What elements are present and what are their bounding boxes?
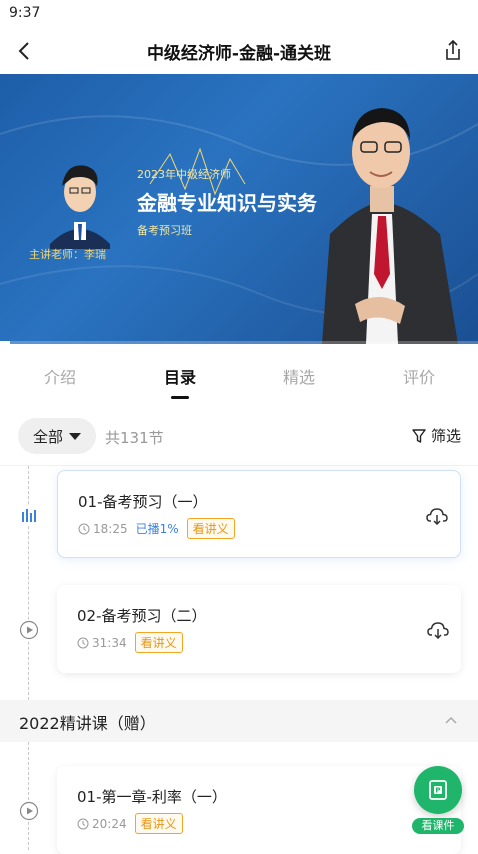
timeline-line [28,466,29,700]
view-notes-button[interactable]: 看讲义 [134,813,183,834]
view-notes-button[interactable]: 看讲义 [134,632,183,653]
lesson-meta: 20:24 看讲义 [77,813,183,834]
share-icon [446,39,460,60]
lesson-card[interactable]: 01-备考预习（一） 18:25 已播1% 看讲义 [57,470,461,558]
chevron-up-icon [445,716,457,724]
tab-catalog[interactable]: 目录 [135,364,225,388]
video-year-title: 2023年中级经济师 [137,168,231,181]
nav-bar: 中级经济师-金融-通关班 [0,28,478,74]
filter-icon [412,428,426,443]
timeline-line [28,742,29,850]
clock-icon [78,523,90,534]
filter-button[interactable]: 筛选 [411,425,461,446]
caret-down-icon [69,432,81,440]
lesson-duration: 20:24 [77,817,127,831]
tab-featured[interactable]: 精选 [254,364,344,388]
status-time: 9:37 [9,5,41,21]
lesson-duration-text: 18:25 [93,521,128,536]
lesson-title: 01-第一章-利率（一） [77,788,227,806]
all-dropdown-button[interactable]: 全部 [18,418,96,454]
section-title: 2022精讲课（赠） [19,714,156,733]
all-dropdown-label: 全部 [32,427,63,446]
status-bar: 9:37 [0,0,478,28]
lesson-card[interactable]: 02-备考预习（二） 31:34 看讲义 [57,585,461,673]
download-cloud-icon[interactable] [427,621,449,639]
lesson-duration-text: 20:24 [92,816,127,831]
video-player[interactable]: 2023年中级经济师 金融专业知识与实务 备考预习班 主讲老师：李瑞 [0,74,478,344]
lesson-count: 共131节 [105,429,164,447]
page-title: 中级经济师-金融-通关班 [146,44,332,64]
courseware-icon: P [429,780,447,800]
tab-reviews[interactable]: 评价 [374,364,464,388]
lesson-duration-text: 31:34 [92,635,127,650]
lesson-meta: 18:25 已播1% 看讲义 [78,518,235,539]
playing-bars-icon [19,506,39,526]
tab-bar: 介绍 目录 精选 评价 [0,344,478,404]
play-circle-icon [19,620,39,640]
video-teacher-label: 主讲老师：李瑞 [29,248,106,261]
clock-icon [77,818,89,829]
download-cloud-icon[interactable] [426,507,448,525]
filter-label: 筛选 [430,427,461,445]
section-header[interactable]: 2022精讲课（赠） [0,700,478,742]
svg-text:P: P [435,787,440,795]
lesson-duration: 18:25 [78,522,128,536]
lesson-title: 01-备考预习（一） [78,493,208,511]
play-circle-icon [19,801,39,821]
cartoon-teacher-illustration [50,165,110,249]
view-courseware-label[interactable]: 看课件 [412,818,464,834]
lesson-played-percent: 已播1% [135,522,179,536]
filter-row: 全部 共131节 筛选 [0,416,478,456]
lesson-card[interactable]: 01-第一章-利率（一） 20:24 看讲义 [57,766,461,854]
view-notes-button[interactable]: 看讲义 [186,518,235,539]
video-class-label: 备考预习班 [137,224,192,237]
lesson-title: 02-备考预习（二） [77,607,207,625]
share-button[interactable] [438,36,468,66]
lesson-duration: 31:34 [77,636,127,650]
lesson-meta: 31:34 看讲义 [77,632,183,653]
view-courseware-button[interactable]: P [414,766,462,814]
divider [0,465,478,466]
tab-intro[interactable]: 介绍 [15,364,105,388]
video-course-title: 金融专业知识与实务 [137,191,317,215]
active-tab-indicator [171,396,189,399]
clock-icon [77,637,89,648]
